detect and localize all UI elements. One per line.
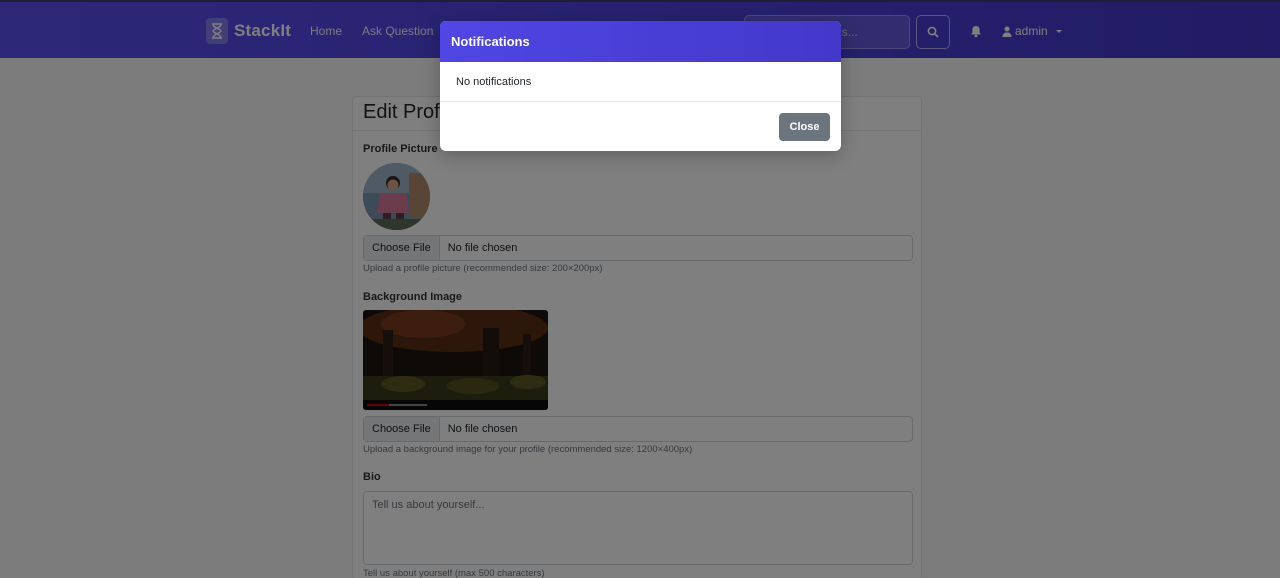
modal-body: No notifications [440,62,841,102]
modal-title: Notifications [451,34,530,49]
notification-message: No notifications [456,75,532,88]
modal-header: Notifications [440,21,841,62]
notifications-modal: Notifications No notifications Close [440,21,841,151]
close-button[interactable]: Close [779,112,830,141]
modal-footer: Close [440,102,841,151]
